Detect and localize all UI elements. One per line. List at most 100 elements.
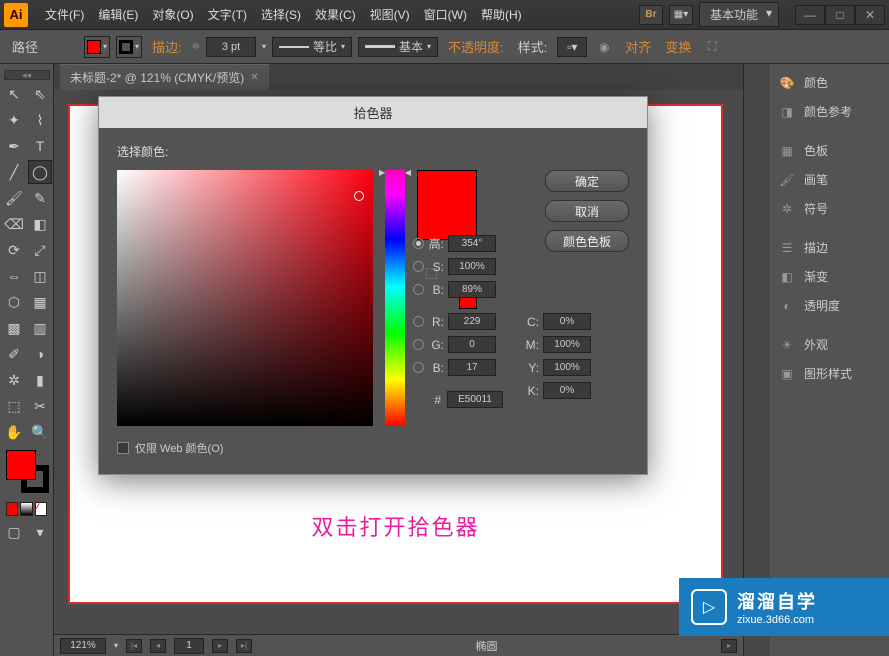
hue-radio[interactable]	[413, 238, 424, 249]
stroke-weight-field[interactable]: 3 pt	[206, 37, 256, 57]
pencil-tool[interactable]: ✎	[28, 186, 52, 210]
graph-tool[interactable]: ▮	[28, 368, 52, 392]
document-tab[interactable]: 未标题-2* @ 121% (CMYK/预览) ✕	[60, 64, 269, 90]
hue-slider-handle[interactable]	[379, 168, 411, 178]
next-artboard-button[interactable]: ▸	[212, 639, 228, 653]
stroke-profile-dropdown[interactable]: 等比▾	[272, 37, 352, 57]
paintbrush-tool[interactable]: 🖌	[2, 186, 26, 210]
minimize-button[interactable]: ―	[795, 5, 825, 25]
bright-radio[interactable]	[413, 284, 424, 295]
free-transform-tool[interactable]: ◫	[28, 264, 52, 288]
zoom-field[interactable]: 121%	[60, 638, 106, 654]
close-button[interactable]: ✕	[855, 5, 885, 25]
cancel-button[interactable]: 取消	[545, 200, 629, 222]
g-radio[interactable]	[413, 339, 424, 350]
blend-tool[interactable]: ◑	[28, 342, 52, 366]
width-tool[interactable]: ⇔	[2, 264, 26, 288]
transform-label[interactable]: 变换	[661, 37, 695, 56]
workspace-dropdown[interactable]: 基本功能	[699, 2, 779, 27]
status-menu-button[interactable]: ▸	[721, 639, 737, 653]
menu-effect[interactable]: 效果(C)	[308, 6, 363, 23]
magenta-field[interactable]: 100%	[543, 336, 591, 353]
hue-slider[interactable]	[385, 170, 405, 426]
pen-tool[interactable]: ✒	[2, 134, 26, 158]
ellipse-tool[interactable]: ◯	[28, 160, 52, 184]
menu-type[interactable]: 文字(T)	[201, 6, 254, 23]
rotate-tool[interactable]: ⟳	[2, 238, 26, 262]
fill-color-box[interactable]	[6, 450, 36, 480]
screen-mode-dropdown[interactable]: ▾	[28, 520, 52, 544]
stroke-label[interactable]: 描边:	[148, 37, 186, 56]
slice-tool[interactable]: ✂	[28, 394, 52, 418]
menu-object[interactable]: 对象(O)	[145, 6, 200, 23]
eyedropper-tool[interactable]: ✐	[2, 342, 26, 366]
panel-transparency[interactable]: ◐透明度	[770, 291, 889, 320]
color-cursor[interactable]	[354, 191, 364, 201]
magic-wand-tool[interactable]: ✦	[2, 108, 26, 132]
brush-dropdown[interactable]: 基本▾	[358, 37, 438, 57]
eraser-tool[interactable]: ◧	[28, 212, 52, 236]
red-field[interactable]: 229	[448, 313, 496, 330]
web-only-checkbox[interactable]	[117, 442, 129, 454]
sat-radio[interactable]	[413, 261, 424, 272]
bridge-button[interactable]: Br	[639, 5, 663, 25]
cyan-field[interactable]: 0%	[543, 313, 591, 330]
r-radio[interactable]	[413, 316, 424, 327]
saturation-brightness-field[interactable]	[117, 170, 373, 426]
menu-edit[interactable]: 编辑(E)	[91, 6, 145, 23]
panel-graphic-styles[interactable]: ▣图形样式	[770, 359, 889, 388]
panel-symbols[interactable]: ✲符号	[770, 194, 889, 223]
close-tab-icon[interactable]: ✕	[250, 72, 258, 83]
color-mode-solid[interactable]	[6, 502, 18, 516]
fill-stroke-indicator[interactable]	[2, 450, 51, 500]
scale-tool[interactable]: ⤢	[28, 238, 52, 262]
isolate-icon[interactable]: ⛶	[701, 36, 723, 58]
mesh-tool[interactable]: ▩	[2, 316, 26, 340]
color-swatches-button[interactable]: 颜色色板	[545, 230, 629, 252]
perspective-tool[interactable]: ▦	[28, 290, 52, 314]
style-dropdown[interactable]: ▫▾	[557, 37, 587, 57]
panel-color[interactable]: 🎨颜色	[770, 68, 889, 97]
menu-file[interactable]: 文件(F)	[38, 6, 91, 23]
arrange-docs-button[interactable]: ▦▾	[669, 5, 693, 25]
menu-window[interactable]: 窗口(W)	[417, 6, 474, 23]
symbol-sprayer-tool[interactable]: ✲	[2, 368, 26, 392]
blob-brush-tool[interactable]: ⌫	[2, 212, 26, 236]
stroke-swatch[interactable]: ▾	[116, 36, 142, 58]
screen-mode-normal[interactable]: ▢	[2, 520, 26, 544]
menu-help[interactable]: 帮助(H)	[474, 6, 529, 23]
hex-field[interactable]: E50011	[447, 391, 503, 408]
hand-tool[interactable]: ✋	[2, 420, 26, 444]
lasso-tool[interactable]: ⌇	[28, 108, 52, 132]
fill-swatch[interactable]: ▾	[84, 36, 110, 58]
selection-tool[interactable]: ↖	[2, 82, 26, 106]
menu-select[interactable]: 选择(S)	[254, 6, 308, 23]
menu-view[interactable]: 视图(V)	[363, 6, 417, 23]
yellow-field[interactable]: 100%	[543, 359, 591, 376]
toolbox-collapse[interactable]: ◂◂	[4, 70, 50, 80]
shape-builder-tool[interactable]: ⬡	[2, 290, 26, 314]
hue-field[interactable]: 354°	[448, 235, 496, 252]
panel-collapse-strip[interactable]	[744, 64, 770, 656]
align-label[interactable]: 对齐	[621, 37, 655, 56]
panel-swatches[interactable]: ▦色板	[770, 136, 889, 165]
first-artboard-button[interactable]: |◂	[126, 639, 142, 653]
panel-appearance[interactable]: ☀外观	[770, 330, 889, 359]
zoom-tool[interactable]: 🔍	[28, 420, 52, 444]
panel-stroke[interactable]: ☰描边	[770, 233, 889, 262]
maximize-button[interactable]: □	[825, 5, 855, 25]
artboard-number-field[interactable]: 1	[174, 638, 204, 654]
black-field[interactable]: 0%	[543, 382, 591, 399]
saturation-field[interactable]: 100%	[448, 258, 496, 275]
direct-selection-tool[interactable]: ⇖	[28, 82, 52, 106]
ok-button[interactable]: 确定	[545, 170, 629, 192]
prev-artboard-button[interactable]: ◂	[150, 639, 166, 653]
blue-field[interactable]: 17	[448, 359, 496, 376]
panel-brushes[interactable]: 🖌画笔	[770, 165, 889, 194]
last-artboard-button[interactable]: ▸|	[236, 639, 252, 653]
artboard-tool[interactable]: ⬚	[2, 394, 26, 418]
line-tool[interactable]: ╱	[2, 160, 26, 184]
brightness-field[interactable]: 89%	[448, 281, 496, 298]
color-mode-gradient[interactable]	[20, 502, 32, 516]
green-field[interactable]: 0	[448, 336, 496, 353]
